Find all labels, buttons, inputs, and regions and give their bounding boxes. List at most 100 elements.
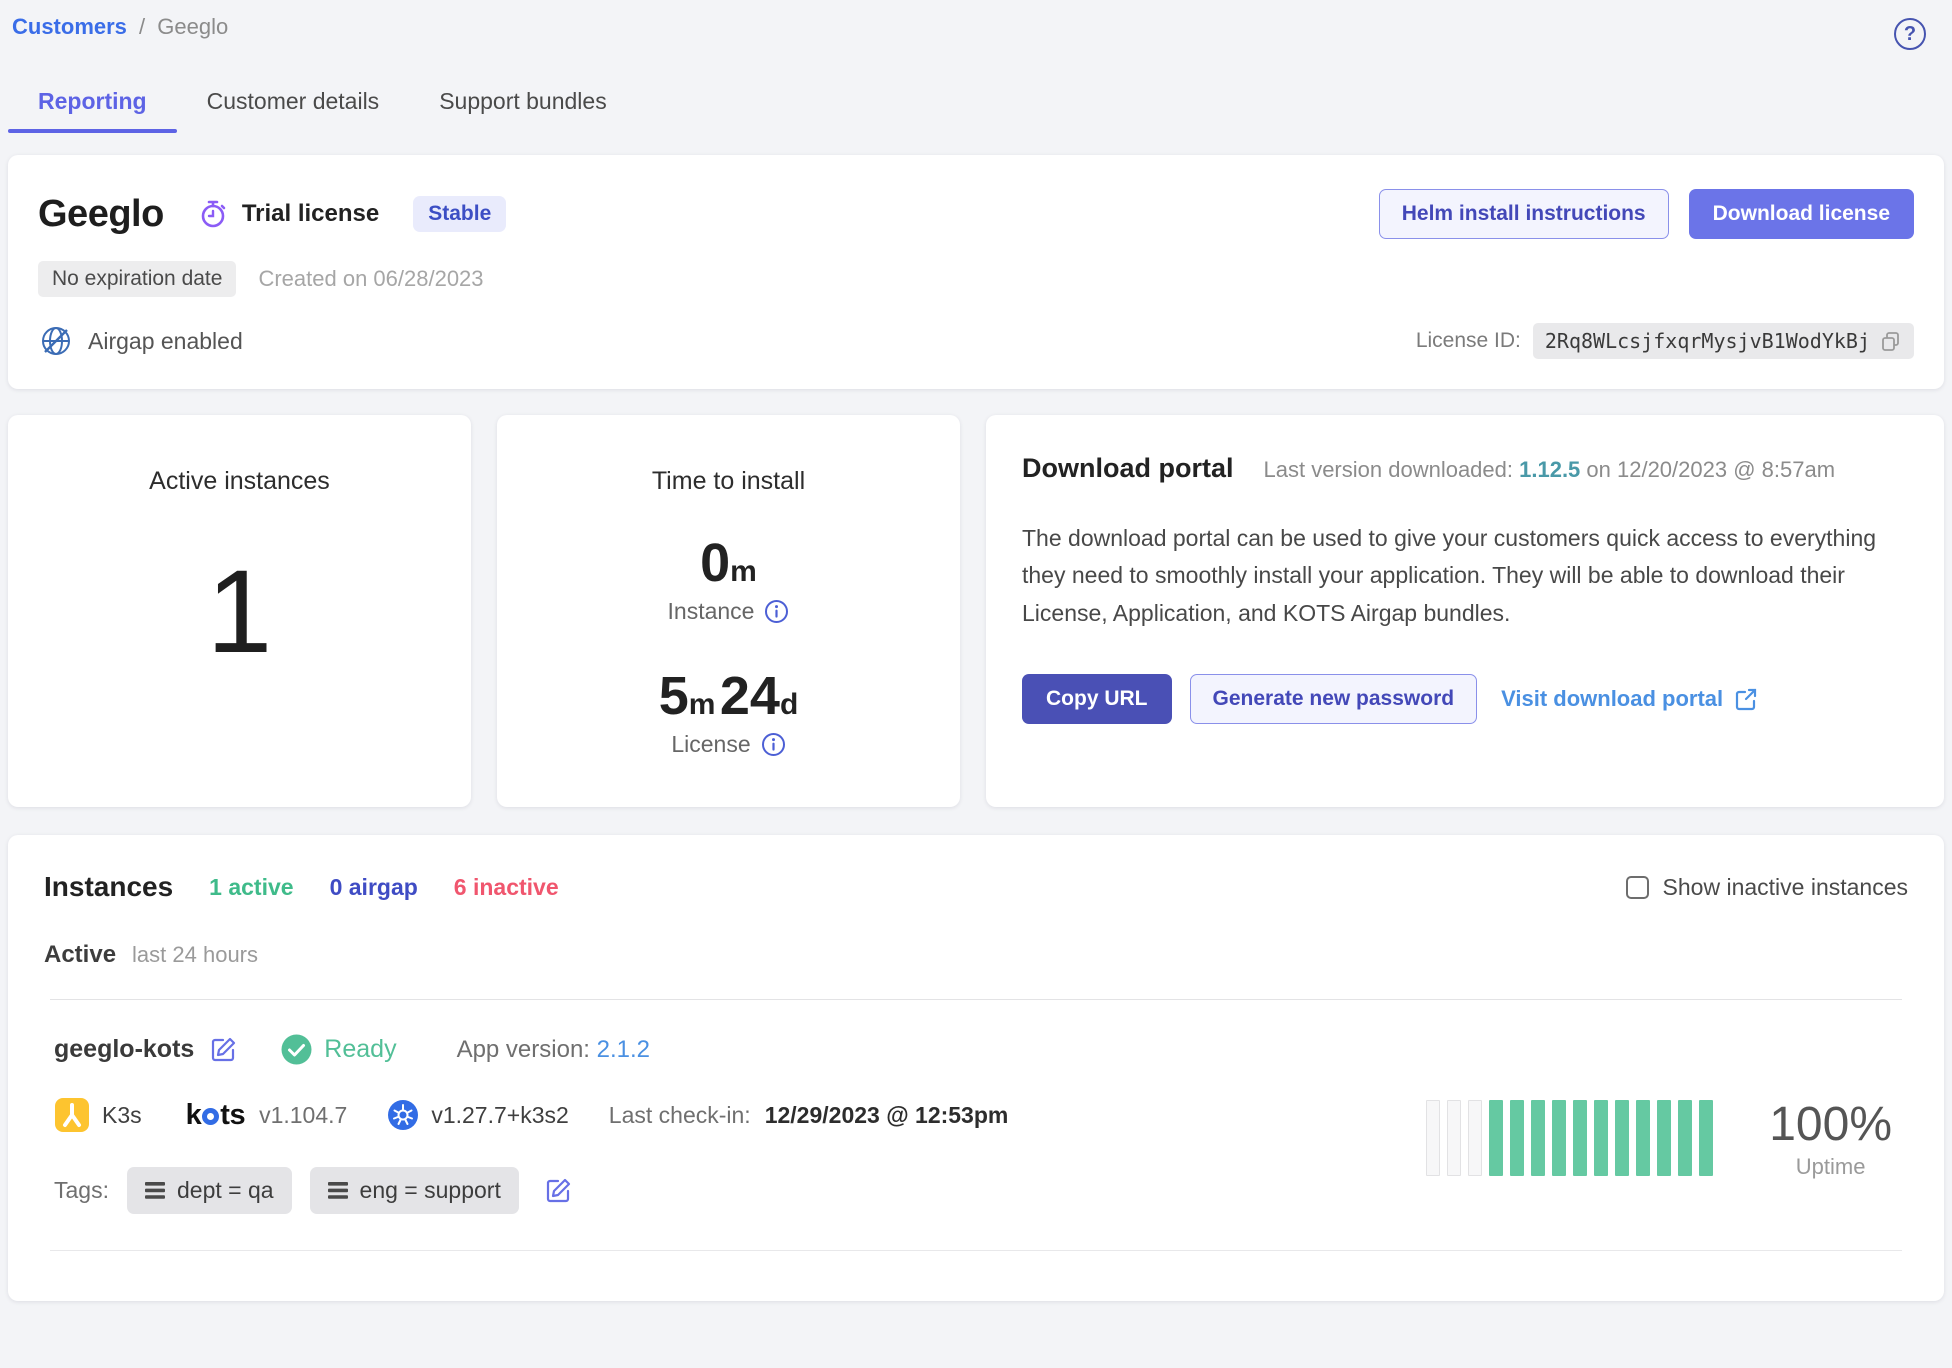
breadcrumb-separator: / — [139, 14, 145, 39]
stopwatch-icon — [198, 198, 230, 230]
uptime-value: 100% — [1769, 1097, 1892, 1152]
external-link-icon — [1733, 686, 1759, 712]
info-icon[interactable] — [764, 599, 789, 624]
active-instances-title: Active instances — [8, 467, 471, 496]
show-inactive-toggle[interactable]: Show inactive instances — [1626, 874, 1908, 901]
distro-label: K3s — [102, 1102, 142, 1129]
generate-new-password-button[interactable]: Generate new password — [1190, 674, 1478, 724]
breadcrumb: Customers / Geeglo — [12, 14, 228, 40]
last-version-downloaded: Last version downloaded: 1.12.5 on 12/20… — [1264, 457, 1836, 483]
time-to-install-card: Time to install 0m Instance 5m 24d — [497, 415, 960, 807]
tab-customer-details[interactable]: Customer details — [177, 76, 410, 133]
airgap-globe-icon — [38, 323, 74, 359]
edit-tags-icon[interactable] — [545, 1177, 572, 1204]
uptime-bar — [1447, 1100, 1461, 1176]
channel-badge: Stable — [413, 196, 506, 232]
breadcrumb-current: Geeglo — [157, 14, 228, 39]
kots-logo: kts — [186, 1099, 245, 1132]
uptime-bar — [1468, 1100, 1482, 1176]
license-id-label: License ID: — [1416, 329, 1521, 353]
helm-install-instructions-button[interactable]: Helm install instructions — [1379, 189, 1669, 239]
distro: K3s — [54, 1097, 142, 1133]
time-to-install-instance-value: 0m — [497, 532, 960, 594]
kubernetes-version-label: v1.27.7+k3s2 — [431, 1102, 568, 1129]
uptime-bar — [1615, 1100, 1629, 1176]
license-id-value: 2Rq8WLcsjfxqrMysjvB1WodYkBj — [1545, 329, 1870, 353]
expiration-badge: No expiration date — [38, 261, 236, 297]
airgap-count: 0 airgap — [330, 874, 418, 901]
stats-row: Active instances 1 Time to install 0m In… — [8, 415, 1944, 807]
last-version-link[interactable]: 1.12.5 — [1519, 457, 1580, 482]
last-checkin-value: 12/29/2023 @ 12:53pm — [765, 1102, 1009, 1129]
download-portal-description: The download portal can be used to give … — [1022, 520, 1908, 632]
instance-label: Instance — [668, 598, 755, 625]
help-icon[interactable]: ? — [1894, 18, 1926, 50]
visit-download-portal-link[interactable]: Visit download portal — [1501, 686, 1759, 712]
uptime-bar — [1636, 1100, 1650, 1176]
tag-pill: dept = qa — [127, 1167, 292, 1214]
airgap-label: Airgap enabled — [88, 328, 243, 355]
license-summary-card: Geeglo Trial license Stable Helm install… — [8, 155, 1944, 389]
active-count: 1 active — [209, 874, 293, 901]
tag-pill: eng = support — [310, 1167, 519, 1214]
uptime-bar — [1510, 1100, 1524, 1176]
tab-support-bundles[interactable]: Support bundles — [409, 76, 637, 133]
uptime-bar — [1594, 1100, 1608, 1176]
uptime-bar — [1489, 1100, 1503, 1176]
customer-reporting-page: Customers / Geeglo ? Reporting Customer … — [0, 0, 1952, 1301]
tag-icon — [145, 1182, 165, 1199]
check-circle-icon — [281, 1034, 312, 1065]
top-bar: Customers / Geeglo ? — [8, 0, 1944, 50]
download-portal-title: Download portal — [1022, 453, 1234, 484]
app-version-label: App version: — [457, 1036, 590, 1063]
uptime-label: Uptime — [1769, 1154, 1892, 1180]
uptime-bar — [1426, 1100, 1440, 1176]
license-type: Trial license — [198, 198, 379, 230]
show-inactive-label: Show inactive instances — [1663, 874, 1908, 901]
edit-instance-name-icon[interactable] — [210, 1036, 237, 1063]
tab-bar: Reporting Customer details Support bundl… — [8, 76, 1944, 133]
active-section-sublabel: last 24 hours — [132, 942, 258, 968]
created-on-label: Created on 06/28/2023 — [258, 266, 483, 292]
license-type-label: Trial license — [242, 200, 379, 228]
uptime-bar — [1552, 1100, 1566, 1176]
uptime-bar — [1699, 1100, 1713, 1176]
last-checkin-label: Last check-in: — [609, 1102, 751, 1129]
download-portal-card: Download portal Last version downloaded:… — [986, 415, 1944, 807]
license-label: License — [671, 731, 750, 758]
uptime-bars — [1426, 1100, 1713, 1176]
copy-url-button[interactable]: Copy URL — [1022, 674, 1172, 724]
kubernetes-version: v1.27.7+k3s2 — [387, 1099, 568, 1131]
license-id: License ID: 2Rq8WLcsjfxqrMysjvB1WodYkBj — [1416, 323, 1914, 359]
active-section-label: Active — [44, 941, 116, 969]
kubernetes-icon — [387, 1099, 419, 1131]
instance-status: Ready — [281, 1034, 396, 1065]
kots-version: v1.104.7 — [259, 1102, 347, 1129]
tab-reporting[interactable]: Reporting — [8, 76, 177, 133]
time-to-install-license-value: 5m 24d — [497, 665, 960, 727]
uptime-bar — [1573, 1100, 1587, 1176]
instances-card: Instances 1 active 0 airgap 6 inactive S… — [8, 835, 1944, 1301]
info-icon[interactable] — [761, 732, 786, 757]
k3s-icon — [54, 1097, 90, 1133]
instances-title: Instances — [44, 871, 173, 903]
copy-icon[interactable] — [1880, 330, 1902, 352]
tags-label: Tags: — [54, 1177, 109, 1204]
kots-logo-o — [202, 1108, 219, 1125]
breadcrumb-customers-link[interactable]: Customers — [12, 14, 127, 39]
uptime-bar — [1678, 1100, 1692, 1176]
instance-name: geeglo-kots — [54, 1035, 194, 1064]
airgap-status: Airgap enabled — [38, 323, 243, 359]
show-inactive-checkbox[interactable] — [1626, 876, 1649, 899]
instance-row: geeglo-kots — [44, 1000, 1908, 1224]
uptime-section: 100% Uptime — [1426, 1034, 1902, 1214]
instance-status-label: Ready — [324, 1035, 396, 1064]
active-instances-value: 1 — [8, 544, 471, 680]
download-license-button[interactable]: Download license — [1689, 189, 1914, 239]
inactive-count: 6 inactive — [454, 874, 559, 901]
app-version-link[interactable]: 2.1.2 — [597, 1036, 650, 1063]
uptime-bar — [1657, 1100, 1671, 1176]
tag-icon — [328, 1182, 348, 1199]
customer-name: Geeglo — [38, 193, 164, 236]
uptime-bar — [1531, 1100, 1545, 1176]
